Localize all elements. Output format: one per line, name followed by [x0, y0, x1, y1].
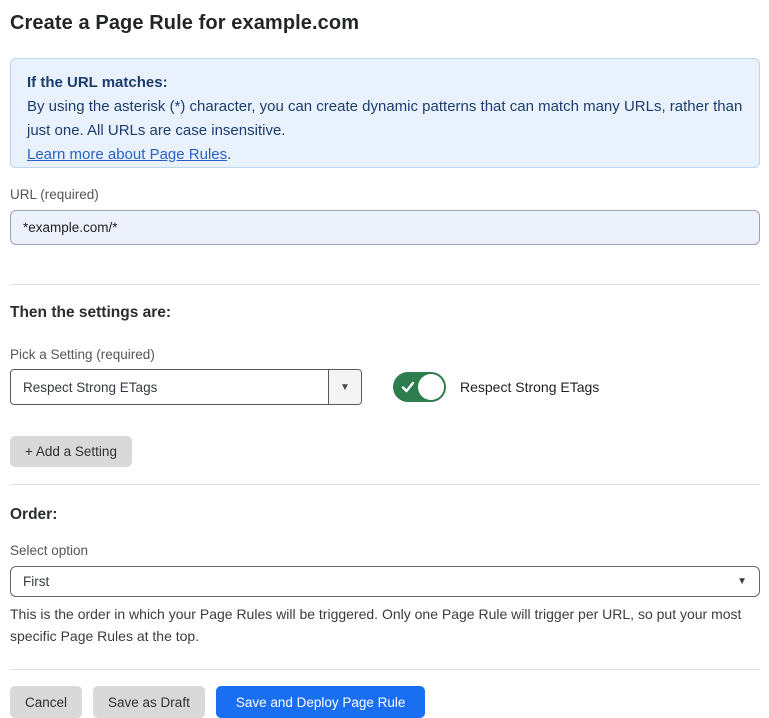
- info-box-link-line: Learn more about Page Rules.: [27, 143, 743, 167]
- toggle-knob: [418, 374, 444, 400]
- section-divider: [10, 484, 760, 485]
- setting-select-arrow-button[interactable]: ▼: [328, 370, 361, 404]
- chevron-down-icon: ▼: [340, 382, 350, 393]
- footer-divider: [10, 669, 760, 670]
- save-draft-button[interactable]: Save as Draft: [93, 686, 205, 718]
- setting-toggle[interactable]: [393, 372, 446, 402]
- check-icon: [401, 380, 415, 394]
- info-box-heading: If the URL matches:: [27, 71, 743, 95]
- cancel-button[interactable]: Cancel: [10, 686, 82, 718]
- order-help-text: This is the order in which your Page Rul…: [10, 603, 760, 647]
- footer-actions: Cancel Save as Draft Save and Deploy Pag…: [10, 686, 760, 718]
- info-box-body: By using the asterisk (*) character, you…: [27, 95, 743, 143]
- url-field-label: URL (required): [10, 187, 760, 202]
- link-suffix: .: [227, 146, 231, 163]
- learn-more-link[interactable]: Learn more about Page Rules: [27, 146, 227, 163]
- section-divider: [10, 284, 760, 285]
- page-title: Create a Page Rule for example.com: [10, 12, 760, 35]
- create-page-rule-form: Create a Page Rule for example.com If th…: [0, 0, 769, 718]
- save-deploy-button[interactable]: Save and Deploy Page Rule: [216, 686, 426, 718]
- order-select-label: Select option: [10, 543, 760, 558]
- add-setting-button[interactable]: + Add a Setting: [10, 436, 132, 467]
- chevron-down-icon: ▼: [737, 576, 747, 587]
- url-input[interactable]: [10, 210, 760, 245]
- setting-toggle-label: Respect Strong ETags: [460, 379, 599, 395]
- order-select-value: First: [23, 574, 737, 589]
- setting-select[interactable]: Respect Strong ETags ▼: [10, 369, 362, 405]
- setting-row: Respect Strong ETags ▼ Respect Strong ET…: [10, 369, 760, 405]
- setting-select-value: Respect Strong ETags: [11, 370, 328, 404]
- order-select[interactable]: First ▼: [10, 566, 760, 597]
- order-section-heading: Order:: [10, 506, 760, 524]
- settings-section-heading: Then the settings are:: [10, 304, 760, 322]
- url-match-info-box: If the URL matches: By using the asteris…: [10, 58, 760, 168]
- pick-setting-label: Pick a Setting (required): [10, 347, 760, 362]
